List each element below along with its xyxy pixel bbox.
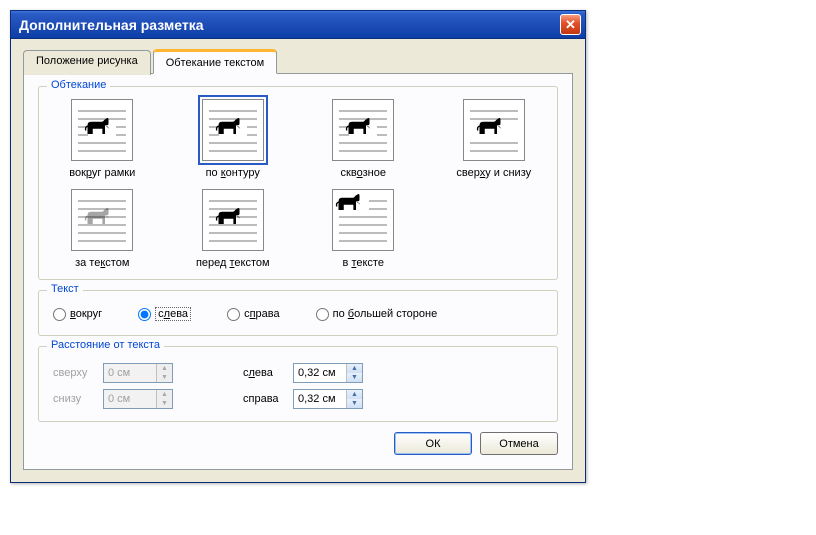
distance-top-spinner: ▲▼ (103, 363, 173, 383)
wrap-label-topbottom: сверху и снизу (456, 167, 531, 179)
wrap-label-infront: перед текстом (196, 257, 270, 269)
titlebar[interactable]: Дополнительная разметка ✕ (11, 11, 585, 39)
wrap-thumb-inline[interactable] (332, 189, 394, 251)
window-title: Дополнительная разметка (19, 17, 203, 33)
tabpanel-wrapping: Обтекание вокруг рамки по контуру сквозное… (23, 73, 573, 470)
textside-radios: вокруг слева справа по большей стороне (51, 303, 545, 325)
legend-textside: Текст (47, 283, 83, 295)
distance-bottom-label: снизу (53, 393, 103, 405)
distance-right-input[interactable] (294, 390, 346, 408)
advanced-layout-dialog: Дополнительная разметка ✕ Положение рису… (10, 10, 586, 483)
spinner-up-icon[interactable]: ▲ (347, 364, 362, 373)
spinner-up-icon[interactable]: ▲ (347, 390, 362, 399)
distance-left-label: слева (243, 367, 293, 379)
distance-right-spinner[interactable]: ▲▼ (293, 389, 363, 409)
textside-radio-label-2: справа (244, 308, 280, 320)
distance-left-spinner[interactable]: ▲▼ (293, 363, 363, 383)
distance-right-label: справа (243, 393, 293, 405)
distance-bottom-spinner: ▲▼ (103, 389, 173, 409)
spinner-down-icon: ▼ (157, 399, 172, 408)
textside-radio-label-3: по большей стороне (333, 308, 438, 320)
wrap-style-grid: вокруг рамки по контуру сквозное сверху и с… (51, 99, 545, 269)
wrap-option-square[interactable]: вокруг рамки (51, 99, 154, 179)
textside-radio-input-1[interactable] (138, 308, 151, 321)
wrap-thumb-tight[interactable] (202, 99, 264, 161)
wrap-label-behind: за текстом (75, 257, 129, 269)
wrap-option-tight[interactable]: по контуру (182, 99, 285, 179)
wrap-option-topbottom[interactable]: сверху и снизу (443, 99, 546, 179)
textside-radio-input-0[interactable] (53, 308, 66, 321)
distance-top-input (104, 364, 156, 382)
distance-bottom-input (104, 390, 156, 408)
textside-radio-label-0: вокруг (70, 308, 102, 320)
client-area: Положение рисунка Обтекание текстом Обте… (11, 39, 585, 482)
fieldset-textside: Текст вокругслевасправапо большей сторон… (38, 290, 558, 336)
textside-radio-input-2[interactable] (227, 308, 240, 321)
tab-position-label: Положение рисунка (36, 55, 138, 67)
wrap-thumb-topbottom[interactable] (463, 99, 525, 161)
wrap-thumb-square[interactable] (71, 99, 133, 161)
legend-wrapping: Обтекание (47, 79, 110, 91)
spinner-down-icon[interactable]: ▼ (347, 373, 362, 382)
wrap-label-tight: по контуру (206, 167, 260, 179)
hotkey-char: л (249, 367, 255, 379)
tab-position[interactable]: Положение рисунка (23, 50, 151, 75)
wrap-option-behind[interactable]: за текстом (51, 189, 154, 269)
wrap-option-inline[interactable]: в тексте (312, 189, 415, 269)
close-icon: ✕ (565, 17, 576, 33)
spinner-down-icon[interactable]: ▼ (347, 399, 362, 408)
wrap-thumb-through[interactable] (332, 99, 394, 161)
cancel-button[interactable]: Отмена (480, 432, 558, 455)
textside-radio-3[interactable]: по большей стороне (316, 308, 438, 321)
wrap-option-through[interactable]: сквозное (312, 99, 415, 179)
distance-grid: сверху ▲▼ слева ▲▼ снизу ▲▼ (51, 359, 545, 411)
ok-button[interactable]: ОК (394, 432, 472, 455)
tab-wrapping[interactable]: Обтекание текстом (153, 49, 278, 74)
spinner-up-icon: ▲ (157, 390, 172, 399)
wrap-thumb-behind[interactable] (71, 189, 133, 251)
textside-radio-label-1: слева (155, 307, 191, 321)
distance-left-input[interactable] (294, 364, 346, 382)
tab-wrapping-label: Обтекание текстом (166, 57, 265, 69)
close-button[interactable]: ✕ (560, 14, 581, 35)
wrap-option-infront[interactable]: перед текстом (182, 189, 285, 269)
tab-strip: Положение рисунка Обтекание текстом (23, 49, 573, 74)
legend-distance: Расстояние от текста (47, 339, 164, 351)
fieldset-wrapping: Обтекание вокруг рамкипо контурусквозное… (38, 86, 558, 280)
wrap-thumb-infront[interactable] (202, 189, 264, 251)
wrap-label-square: вокруг рамки (69, 167, 135, 179)
textside-radio-2[interactable]: справа (227, 308, 280, 321)
textside-radio-input-3[interactable] (316, 308, 329, 321)
distance-top-label: сверху (53, 367, 103, 379)
wrap-label-inline: в тексте (343, 257, 384, 269)
textside-radio-0[interactable]: вокруг (53, 308, 102, 321)
spinner-up-icon: ▲ (157, 364, 172, 373)
spinner-down-icon: ▼ (157, 373, 172, 382)
dialog-buttons: ОК Отмена (38, 432, 558, 455)
fieldset-distance: Расстояние от текста сверху ▲▼ слева ▲▼ … (38, 346, 558, 422)
textside-radio-1[interactable]: слева (138, 307, 191, 321)
wrap-label-through: сквозное (341, 167, 386, 179)
